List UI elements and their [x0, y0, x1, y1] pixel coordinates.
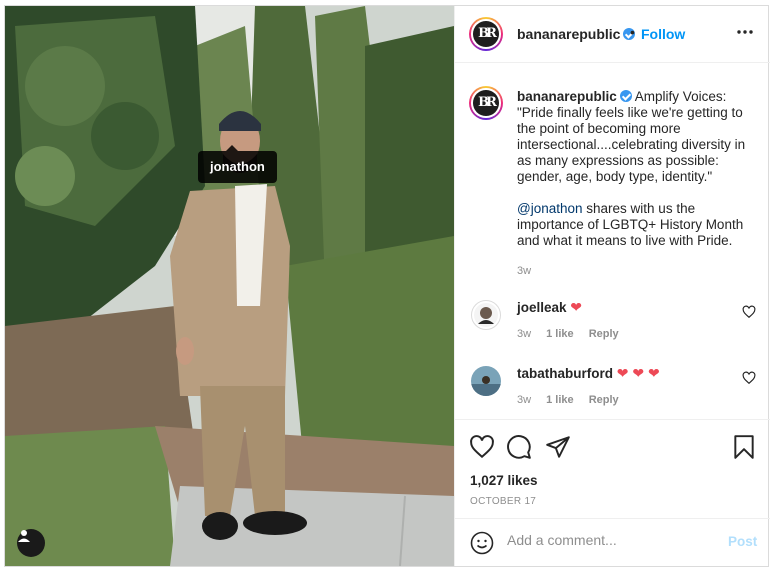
post-header: BR bananarepublic • Follow [455, 6, 770, 63]
comment-username[interactable]: joelleak [517, 300, 567, 315]
person-icon [18, 530, 30, 542]
comment-like-heart-icon[interactable] [742, 371, 756, 385]
comment-reply-button[interactable]: Reply [589, 328, 619, 340]
comment-meta: 3w 1 like Reply [517, 328, 631, 340]
verified-badge-icon [619, 90, 632, 102]
comment-row: tabathaburford ❤ ❤ ❤ 3w 1 like Reply [455, 365, 770, 425]
comment-text: ❤ ❤ ❤ [616, 365, 660, 381]
comment-timestamp[interactable]: 3w [517, 394, 531, 406]
comment-meta: 3w 1 like Reply [517, 394, 631, 406]
comment-bubble-icon[interactable] [506, 434, 532, 460]
post-caption: bananarepublic Amplify Voices: "Pride fi… [517, 89, 762, 265]
comment-content: tabathaburford ❤ ❤ ❤ [517, 365, 660, 382]
comment-like-heart-icon[interactable] [742, 305, 756, 319]
add-comment-input[interactable] [507, 532, 717, 548]
caption-avatar-logo: BR [473, 90, 499, 116]
more-options-icon[interactable] [735, 22, 755, 42]
header-separator: • [630, 24, 635, 40]
comment-avatar[interactable] [471, 300, 501, 330]
author-username-row: bananarepublic [517, 26, 636, 42]
comment-like-count[interactable]: 1 like [546, 394, 574, 406]
user-tag-label[interactable]: jonathon [198, 145, 277, 183]
comment-row: joelleak ❤ 3w 1 like Reply [455, 299, 770, 359]
author-username[interactable]: bananarepublic [517, 26, 620, 42]
tagged-users-button[interactable] [17, 529, 45, 557]
post-panel: BR bananarepublic • Follow BR bananarepu… [454, 6, 770, 566]
follow-button[interactable]: Follow [641, 26, 685, 42]
add-comment-bar: Post [455, 518, 770, 566]
like-count[interactable]: 1,027 likes [470, 473, 538, 488]
comment-text: ❤ [570, 299, 583, 315]
comment-timestamp[interactable]: 3w [517, 328, 531, 340]
post-comment-button[interactable]: Post [728, 534, 757, 549]
emoji-smile-icon[interactable] [470, 531, 494, 555]
comment-content: joelleak ❤ [517, 299, 582, 316]
author-avatar[interactable]: BR [469, 17, 503, 51]
comments-section: BR bananarepublic Amplify Voices: "Pride… [455, 64, 770, 419]
author-avatar-logo: BR [473, 21, 499, 47]
post-actions: 1,027 likes OCTOBER 17 [455, 419, 770, 519]
comment-avatar[interactable] [471, 366, 501, 396]
photo-scene [5, 6, 454, 566]
caption-timestamp[interactable]: 3w [517, 265, 531, 277]
comment-reply-button[interactable]: Reply [589, 394, 619, 406]
caption-avatar[interactable]: BR [469, 86, 503, 120]
post-photo[interactable]: jonathon [5, 6, 454, 566]
save-bookmark-icon[interactable] [731, 434, 757, 460]
share-paper-plane-icon[interactable] [545, 434, 571, 460]
caption-username[interactable]: bananarepublic [517, 89, 617, 104]
like-heart-icon[interactable] [469, 434, 495, 460]
caption-mention-link[interactable]: @jonathon [517, 201, 583, 216]
comment-username[interactable]: tabathaburford [517, 366, 613, 381]
post-dialog: jonathon BR bananarepublic • Follow BR b… [4, 5, 770, 567]
post-date[interactable]: OCTOBER 17 [470, 496, 536, 507]
comment-like-count[interactable]: 1 like [546, 328, 574, 340]
